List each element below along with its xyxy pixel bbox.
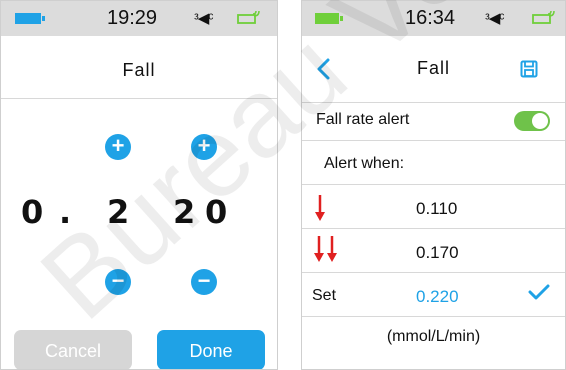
- plus-circle-icon: +: [111, 133, 125, 158]
- cancel-button[interactable]: Cancel: [14, 330, 132, 369]
- increase-hundredths-button[interactable]: +: [191, 134, 217, 160]
- fall-settings-screen: 16:34 ᵌ◀ᶜ Fall Fall rate alert Alert whe…: [301, 0, 566, 370]
- double-down-arrow-icon-left: [314, 236, 324, 262]
- decrease-hundredths-button[interactable]: −: [191, 269, 217, 295]
- status-bar: 19:29 ᵌ◀ᶜ: [1, 1, 277, 36]
- signal-icon: [532, 11, 555, 24]
- digit-hundredths: 2: [173, 193, 196, 231]
- header: Fall: [1, 36, 277, 99]
- option-row[interactable]: 0.170: [302, 229, 565, 273]
- signal-icon: [237, 11, 260, 24]
- decimal-point: .: [59, 193, 72, 231]
- fall-rate-editor-screen: 19:29 ᵌ◀ᶜ Fall + + 0 . 2 2 0 − − Cancel …: [0, 0, 278, 370]
- digit-tenths: 2: [107, 193, 130, 231]
- fall-rate-alert-toggle[interactable]: [514, 111, 550, 131]
- battery-icon: [315, 13, 343, 24]
- plus-circle-icon: +: [197, 133, 211, 158]
- save-icon[interactable]: [520, 60, 538, 78]
- fall-rate-alert-label: Fall rate alert: [316, 111, 410, 128]
- digit-thousandths: 0: [205, 193, 228, 231]
- option-value: 0.170: [416, 243, 459, 262]
- status-time: 16:34: [405, 7, 456, 29]
- status-time: 19:29: [107, 7, 158, 29]
- battery-icon: [15, 13, 45, 24]
- minus-circle-icon: −: [197, 268, 211, 293]
- fall-rate-alert-row: Fall rate alert: [302, 103, 565, 141]
- done-button[interactable]: Done: [157, 330, 265, 369]
- minus-circle-icon: −: [111, 268, 125, 293]
- units-label: (mmol/L/min): [386, 328, 481, 345]
- single-down-arrow-icon: [315, 195, 325, 221]
- checkmark-icon: [528, 284, 550, 300]
- set-value: 0.220: [416, 287, 459, 306]
- option-value: 0.110: [416, 199, 458, 218]
- alert-when-label: Alert when:: [324, 155, 405, 172]
- vibrate-icon: ᵌ◀ᶜ: [485, 10, 505, 27]
- increase-tenths-button[interactable]: +: [105, 134, 131, 160]
- decrease-tenths-button[interactable]: −: [105, 269, 131, 295]
- page-title: Fall: [122, 60, 156, 80]
- vibrate-icon: ᵌ◀ᶜ: [194, 10, 214, 27]
- digit-ones: 0: [21, 193, 44, 231]
- option-row[interactable]: 0.110: [302, 185, 565, 229]
- double-down-arrow-icon-right: [327, 236, 337, 262]
- option-row-selected[interactable]: Set 0.220: [302, 273, 565, 317]
- status-bar: 16:34 ᵌ◀ᶜ: [302, 1, 565, 36]
- alert-when-row: Alert when:: [302, 141, 565, 185]
- header: Fall: [302, 36, 565, 103]
- set-label: Set: [312, 287, 337, 304]
